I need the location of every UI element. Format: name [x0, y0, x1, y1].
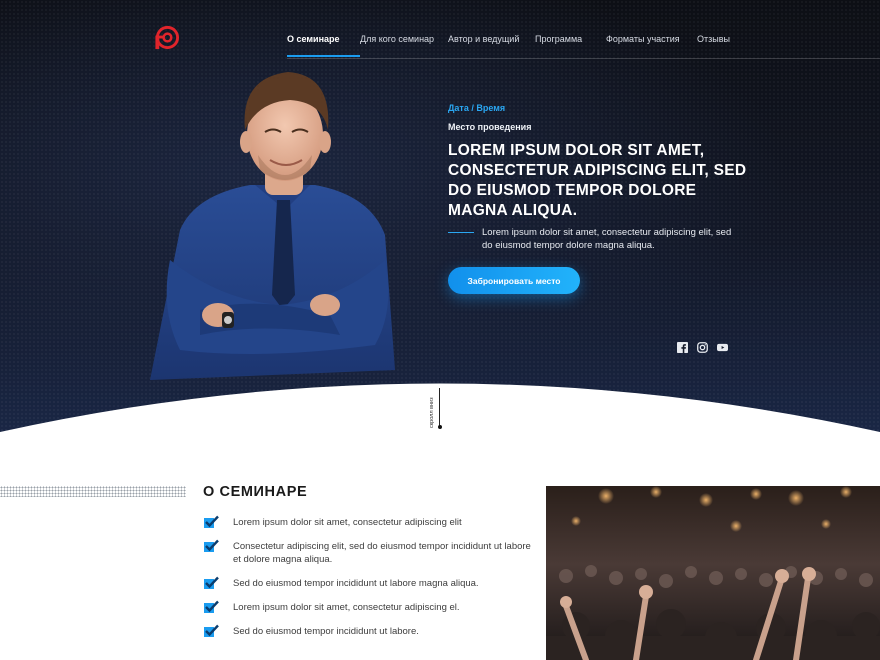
nav-item-reviews[interactable]: Отзывы — [697, 33, 730, 45]
concert-photo — [546, 486, 880, 660]
nav-item-about[interactable]: О семинаре — [287, 33, 360, 57]
nav-item-audience[interactable]: Для кого семинар — [360, 33, 448, 45]
main-nav: О семинаре Для кого семинар Автор и веду… — [287, 33, 730, 57]
checkbox-check-icon — [204, 515, 219, 528]
checkbox-check-icon — [204, 600, 219, 613]
list-item: Sed do eiusmod tempor incididunt ut labo… — [203, 624, 533, 638]
about-item-text: Consectetur adipiscing elit, sed do eius… — [233, 541, 531, 565]
about-item-text: Lorem ipsum dolor sit amet, consectetur … — [233, 602, 460, 613]
nav-item-program[interactable]: Программа — [535, 33, 606, 45]
about-list: Lorem ipsum dolor sit amet, consectetur … — [203, 515, 533, 649]
hero-section: О семинаре Для кого семинар Автор и веду… — [0, 0, 880, 440]
checkbox-check-icon — [204, 539, 219, 552]
scroll-line — [439, 388, 440, 428]
dotted-decoration — [0, 486, 186, 497]
checkbox-check-icon — [204, 576, 219, 589]
logo-d-icon[interactable] — [153, 24, 180, 51]
book-seat-button[interactable]: Забронировать место — [448, 267, 580, 294]
about-item-text: Sed do eiusmod tempor incididunt ut labo… — [233, 626, 419, 637]
nav-item-author[interactable]: Автор и ведущий — [448, 33, 535, 45]
event-venue: Место проведения — [448, 122, 532, 132]
instagram-icon[interactable] — [697, 342, 708, 353]
nav-item-formats[interactable]: Форматы участия — [606, 33, 697, 45]
scroll-down-label[interactable]: скролл вниз — [429, 397, 435, 428]
hero-title: LOREM IPSUM DOLOR SIT AMET, CONSECTETUR … — [448, 142, 747, 219]
list-item: Sed do eiusmod tempor incididunt ut labo… — [203, 576, 533, 590]
nav-divider — [287, 58, 880, 59]
youtube-icon[interactable] — [717, 342, 728, 353]
scroll-dot — [437, 425, 442, 429]
list-item: Lorem ipsum dolor sit amet, consectetur … — [203, 600, 533, 614]
facebook-icon[interactable] — [677, 342, 688, 353]
hero-description: Lorem ipsum dolor sit amet, consectetur … — [482, 227, 732, 251]
about-item-text: Sed do eiusmod tempor incididunt ut labo… — [233, 578, 479, 589]
speaker-photo — [150, 72, 395, 380]
event-date-time: Дата / Время — [448, 103, 506, 113]
about-title: О СЕМИНАРЕ — [203, 484, 308, 500]
checkbox-check-icon — [204, 624, 219, 637]
social-links — [677, 342, 728, 353]
list-item: Consectetur adipiscing elit, sed do eius… — [203, 539, 533, 566]
accent-dash — [448, 232, 474, 233]
about-item-text: Lorem ipsum dolor sit amet, consectetur … — [233, 517, 462, 528]
list-item: Lorem ipsum dolor sit amet, consectetur … — [203, 515, 533, 529]
